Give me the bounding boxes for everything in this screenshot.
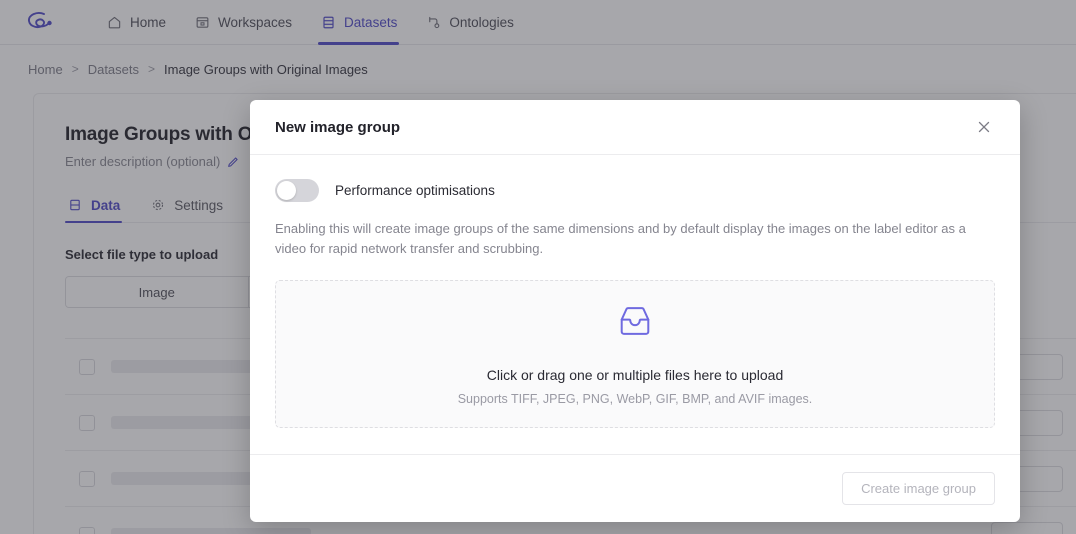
performance-optimisations-toggle[interactable]	[275, 179, 319, 202]
modal-header: New image group	[250, 100, 1020, 155]
performance-optimisations-row: Performance optimisations	[275, 179, 995, 202]
toggle-knob	[277, 181, 296, 200]
close-icon[interactable]	[973, 116, 995, 138]
modal-body: Performance optimisations Enabling this …	[250, 155, 1020, 428]
file-dropzone[interactable]: Click or drag one or multiple files here…	[275, 280, 995, 428]
dropzone-secondary-text: Supports TIFF, JPEG, PNG, WebP, GIF, BMP…	[457, 392, 813, 406]
inbox-icon	[616, 302, 654, 345]
app-root: Home Workspaces Datasets Ontologies Home…	[0, 0, 1076, 534]
create-image-group-button[interactable]: Create image group	[842, 472, 995, 505]
modal-title: New image group	[275, 118, 401, 136]
dropzone-primary-text: Click or drag one or multiple files here…	[486, 367, 784, 383]
modal-helper-text: Enabling this will create image groups o…	[275, 221, 966, 256]
modal-footer: Create image group	[250, 454, 1020, 522]
performance-optimisations-label: Performance optimisations	[335, 183, 495, 198]
new-image-group-modal: New image group Performance optimisation…	[250, 100, 1020, 522]
